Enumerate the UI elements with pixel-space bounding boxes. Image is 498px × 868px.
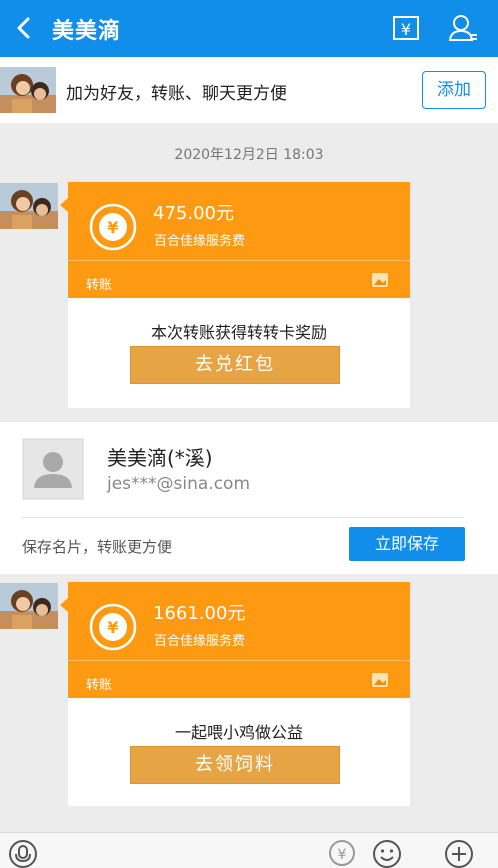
image-icon xyxy=(372,673,388,687)
save-contact-button[interactable]: 立即保存 xyxy=(349,527,465,561)
svg-text:¥: ¥ xyxy=(107,218,118,237)
transfer-card[interactable]: ¥ 1661.00元 百合佳缘服务费 转账 一起喂小鸡做公益 去领饲料 xyxy=(60,582,410,806)
contact-email: jes***@sina.com xyxy=(107,474,251,494)
divider xyxy=(68,660,410,661)
avatar[interactable] xyxy=(0,67,56,113)
transfer-amount: 475.00元 xyxy=(153,203,234,224)
back-chevron-icon[interactable] xyxy=(10,14,38,42)
contact-name: 美美滴(*溪) xyxy=(107,446,213,470)
image-icon xyxy=(372,273,388,287)
svg-text:¥: ¥ xyxy=(401,20,411,39)
add-friend-button[interactable]: 添加 xyxy=(422,71,486,109)
message-timestamp: 2020年12月2日 18:03 xyxy=(174,147,324,163)
transfer-description: 百合佳缘服务费 xyxy=(154,234,246,249)
svg-text:¥: ¥ xyxy=(107,618,118,637)
add-friend-text: 加为好友，转账、聊天更方便 xyxy=(66,84,287,104)
transfer-description: 百合佳缘服务费 xyxy=(154,634,246,649)
yen-circle-icon[interactable]: ¥ xyxy=(328,839,356,867)
redeem-red-packet-button[interactable]: 去兑红包 xyxy=(130,346,340,384)
chat-header: 美美滴 ¥ xyxy=(0,0,498,57)
sender-avatar[interactable] xyxy=(0,583,58,629)
input-toolbar: ¥ xyxy=(0,832,498,868)
microphone-icon[interactable] xyxy=(8,839,38,868)
get-feed-button[interactable]: 去领饲料 xyxy=(130,746,340,784)
contact-avatar xyxy=(22,438,84,500)
transfer-type-label: 转账 xyxy=(86,278,113,293)
sender-avatar[interactable] xyxy=(0,183,58,229)
svg-text:¥: ¥ xyxy=(338,847,347,863)
plus-circle-icon[interactable] xyxy=(444,839,474,868)
person-icon[interactable] xyxy=(448,13,478,43)
transfer-coin-icon: ¥ xyxy=(89,203,137,251)
divider xyxy=(22,517,464,518)
promo-text: 本次转账获得转转卡奖励 xyxy=(150,323,327,342)
transfer-header[interactable]: ¥ 475.00元 百合佳缘服务费 转账 xyxy=(60,182,410,298)
add-friend-bar: 加为好友，转账、聊天更方便 添加 xyxy=(0,57,498,123)
contact-card[interactable]: 美美滴(*溪) jes***@sina.com 保存名片，转账更方便 立即保存 xyxy=(0,422,498,574)
chat-title: 美美滴 xyxy=(52,19,122,44)
save-contact-hint: 保存名片，转账更方便 xyxy=(22,538,173,556)
transfer-amount: 1661.00元 xyxy=(153,603,246,624)
promo-text: 一起喂小鸡做公益 xyxy=(174,723,303,742)
yen-bill-icon[interactable]: ¥ xyxy=(392,14,420,42)
smiley-icon[interactable] xyxy=(372,839,402,868)
divider xyxy=(68,260,410,261)
transfer-type-label: 转账 xyxy=(86,678,113,693)
transfer-card[interactable]: ¥ 475.00元 百合佳缘服务费 转账 本次转账获得转转卡奖励 去兑红包 xyxy=(60,182,410,408)
transfer-coin-icon: ¥ xyxy=(89,603,137,651)
transfer-header[interactable]: ¥ 1661.00元 百合佳缘服务费 转账 xyxy=(60,582,410,698)
